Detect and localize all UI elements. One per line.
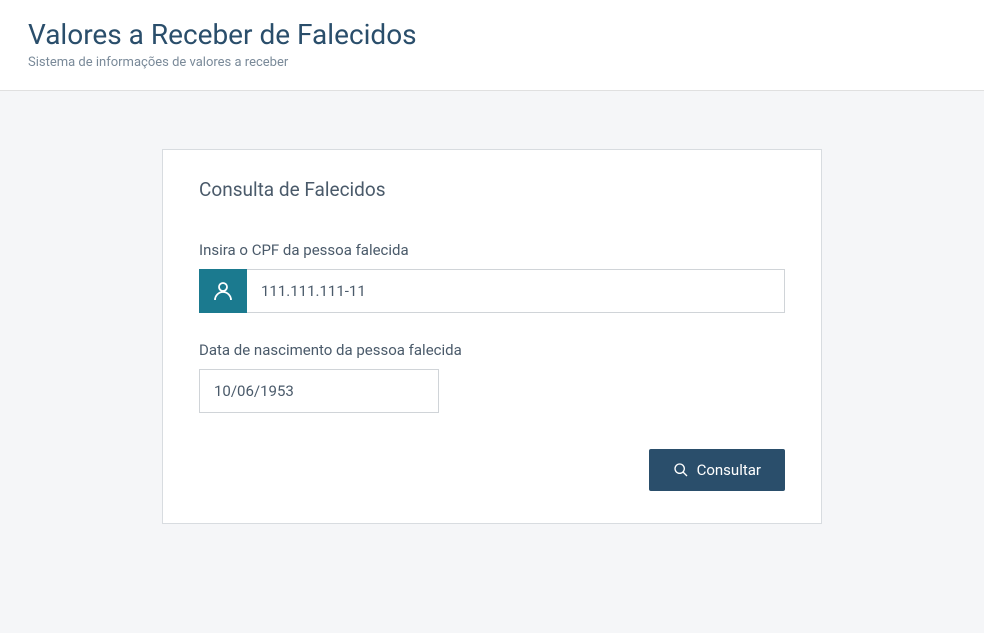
main-content: Consulta de Falecidos Insira o CPF da pe… [0,91,984,524]
person-icon [199,269,247,313]
cpf-form-group: Insira o CPF da pessoa falecida [199,241,785,313]
birthdate-label: Data de nascimento da pessoa falecida [199,341,785,359]
consult-button[interactable]: Consultar [649,449,785,491]
search-icon [673,462,689,478]
button-row: Consultar [199,449,785,491]
page-subtitle: Sistema de informações de valores a rece… [28,55,956,70]
page-title: Valores a Receber de Falecidos [28,18,956,51]
query-card: Consulta de Falecidos Insira o CPF da pe… [162,149,822,524]
cpf-label: Insira o CPF da pessoa falecida [199,241,785,259]
birthdate-input[interactable] [199,369,439,413]
cpf-input-wrapper [199,269,785,313]
cpf-input[interactable] [247,269,785,313]
page-header: Valores a Receber de Falecidos Sistema d… [0,0,984,91]
card-title: Consulta de Falecidos [199,178,785,201]
birthdate-form-group: Data de nascimento da pessoa falecida [199,341,785,413]
consult-button-label: Consultar [697,461,761,479]
